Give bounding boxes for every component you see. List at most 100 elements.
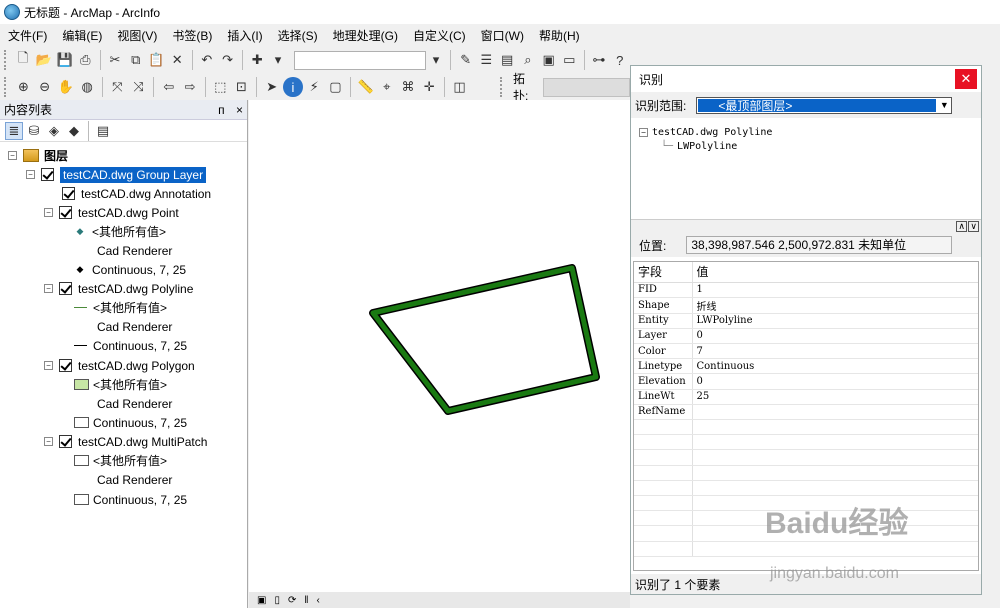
list-by-drawing-order-icon[interactable]: ≣ [5,121,23,140]
expand-down-icon[interactable]: ∨ [968,221,979,232]
table-row[interactable]: Color 7 [634,343,978,360]
table-row[interactable]: Shape 折线 [634,297,978,314]
toc-row-polyline[interactable]: − testCAD.dwg Polyline [44,279,193,298]
table-row[interactable]: Entity LWPolyline [634,313,978,329]
menu-view[interactable]: 视图(V) [117,27,157,44]
identify-tree-child-label[interactable]: LWPolyline [677,141,737,152]
print-icon[interactable]: ⎙ [76,50,95,70]
map-canvas[interactable] [249,100,630,592]
group-layer-label[interactable]: testCAD.dwg Group Layer [60,166,207,183]
toc-row-point[interactable]: − testCAD.dwg Point [44,203,179,222]
menu-geoprocessing[interactable]: 地理处理(G) [333,27,398,44]
search-window-icon[interactable]: ⌕ [518,50,537,70]
menu-help[interactable]: 帮助(H) [539,27,580,44]
editor-toolbar-icon[interactable]: ✎ [456,50,475,70]
delete-icon[interactable]: ✕ [168,50,187,70]
forward-arrow-icon[interactable]: ⇨ [180,77,199,97]
back-arrow-icon[interactable]: ⇦ [159,77,178,97]
menu-selection[interactable]: 选择(S) [278,27,318,44]
menu-file[interactable]: 文件(F) [8,27,47,44]
zoom-out-icon[interactable]: ⊖ [35,77,54,97]
toolbar-grip[interactable] [4,77,10,97]
select-elements-arrow-icon[interactable]: ➤ [262,77,281,97]
time-slider-icon[interactable]: ◫ [450,77,469,97]
toc-row-root[interactable]: − 图层 [8,146,68,165]
refresh-icon[interactable]: ⟳ [288,595,296,606]
select-features-icon[interactable]: ⬚ [211,77,230,97]
identify-scope-value[interactable]: <最顶部图层> [698,98,937,113]
layer-visibility-checkbox[interactable] [62,187,75,200]
table-row[interactable]: RefName [634,404,978,421]
full-extent-globe-icon[interactable]: ◍ [78,77,97,97]
list-by-source-icon[interactable]: ⛁ [25,122,43,140]
layout-view-icon[interactable]: ▯ [274,595,280,606]
clear-selection-icon[interactable]: ⊡ [232,77,251,97]
table-row[interactable]: LineWt 25 [634,389,978,405]
toc-row-group[interactable]: − testCAD.dwg Group Layer [26,165,207,184]
redo-icon[interactable]: ↷ [218,50,237,70]
scroll-left-icon[interactable]: ‹ [317,595,320,606]
data-view-icon[interactable]: ▣ [257,595,266,606]
collapse-icon[interactable]: − [8,151,17,160]
layer-label[interactable]: testCAD.dwg Polyline [78,282,193,296]
identify-splitter[interactable]: ∧ ∨ [631,219,981,233]
identify-tree-root-label[interactable]: testCAD.dwg Polyline [652,127,772,138]
menu-windows[interactable]: 窗口(W) [481,27,524,44]
fixed-zoom-out-icon[interactable]: ⤨ [129,77,148,97]
pin-icon[interactable]: ᴨ [218,103,225,117]
pause-drawing-icon[interactable]: ǁ [304,595,308,606]
open-folder-icon[interactable]: 📂 [34,50,53,70]
snapping-combobox[interactable] [543,77,630,97]
menu-customize[interactable]: 自定义(C) [413,27,466,44]
layer-label[interactable]: testCAD.dwg MultiPatch [78,435,207,449]
collapse-icon[interactable]: − [44,361,53,370]
options-icon[interactable]: ▤ [94,122,112,140]
layer-label[interactable]: testCAD.dwg Polygon [78,359,195,373]
go-to-xy-icon[interactable]: ✛ [420,77,439,97]
identify-icon[interactable]: i [283,77,303,97]
table-row[interactable]: Linetype Continuous [634,358,978,375]
identify-tree-child[interactable]: └─ LWPolyline [661,141,737,152]
list-by-selection-icon[interactable]: ◆ [65,122,83,140]
table-row[interactable]: Elevation 0 [634,373,978,390]
find-route-icon[interactable]: ⌘ [398,77,417,97]
collapse-icon[interactable]: − [44,437,53,446]
toc-row-annotation[interactable]: testCAD.dwg Annotation [62,184,211,203]
collapse-up-icon[interactable]: ∧ [956,221,967,232]
toolbar-grip[interactable] [4,50,10,70]
measure-icon[interactable]: 📏 [356,77,375,97]
chevron-down-icon[interactable]: ▼ [937,98,951,113]
menu-bookmarks[interactable]: 书签(B) [172,27,212,44]
collapse-icon[interactable]: − [44,208,53,217]
layer-visibility-checkbox[interactable] [59,282,72,295]
collapse-icon[interactable]: − [44,284,53,293]
chevron-down-icon[interactable]: ▾ [427,50,446,70]
arctoolbox-icon[interactable]: ▣ [539,50,558,70]
layer-label[interactable]: testCAD.dwg Point [78,206,179,220]
close-icon[interactable]: ✕ [955,69,977,89]
html-popup-icon[interactable]: ▢ [326,77,345,97]
fixed-zoom-in-icon[interactable]: ⤧ [108,77,127,97]
cut-icon[interactable]: ✂ [106,50,125,70]
layer-label[interactable]: testCAD.dwg Annotation [81,187,211,201]
toc-row-multipatch[interactable]: − testCAD.dwg MultiPatch [44,432,207,451]
new-document-icon[interactable]: 🗋 [14,50,33,70]
find-binoculars-icon[interactable]: ⌖ [377,77,396,97]
map-view[interactable] [249,100,630,592]
identify-scope-select[interactable]: <最顶部图层> ▼ [696,96,953,114]
identify-tree-root[interactable]: − testCAD.dwg Polyline [639,127,772,138]
menu-insert[interactable]: 插入(I) [227,27,262,44]
zoom-in-icon[interactable]: ⊕ [14,77,33,97]
layer-visibility-checkbox[interactable] [59,359,72,372]
toc-row-polygon[interactable]: − testCAD.dwg Polygon [44,356,195,375]
add-data-icon[interactable]: ✚ [248,50,267,70]
copy-icon[interactable]: ⧉ [126,50,145,70]
list-by-visibility-icon[interactable]: ◈ [45,122,63,140]
layer-visibility-checkbox[interactable] [59,206,72,219]
chevron-down-icon[interactable]: ▾ [269,50,288,70]
collapse-icon[interactable]: − [639,128,648,137]
table-row[interactable]: Layer 0 [634,328,978,345]
table-row[interactable]: FID 1 [634,282,978,298]
layer-visibility-checkbox[interactable] [59,435,72,448]
table-of-contents-icon[interactable]: ☰ [477,50,496,70]
